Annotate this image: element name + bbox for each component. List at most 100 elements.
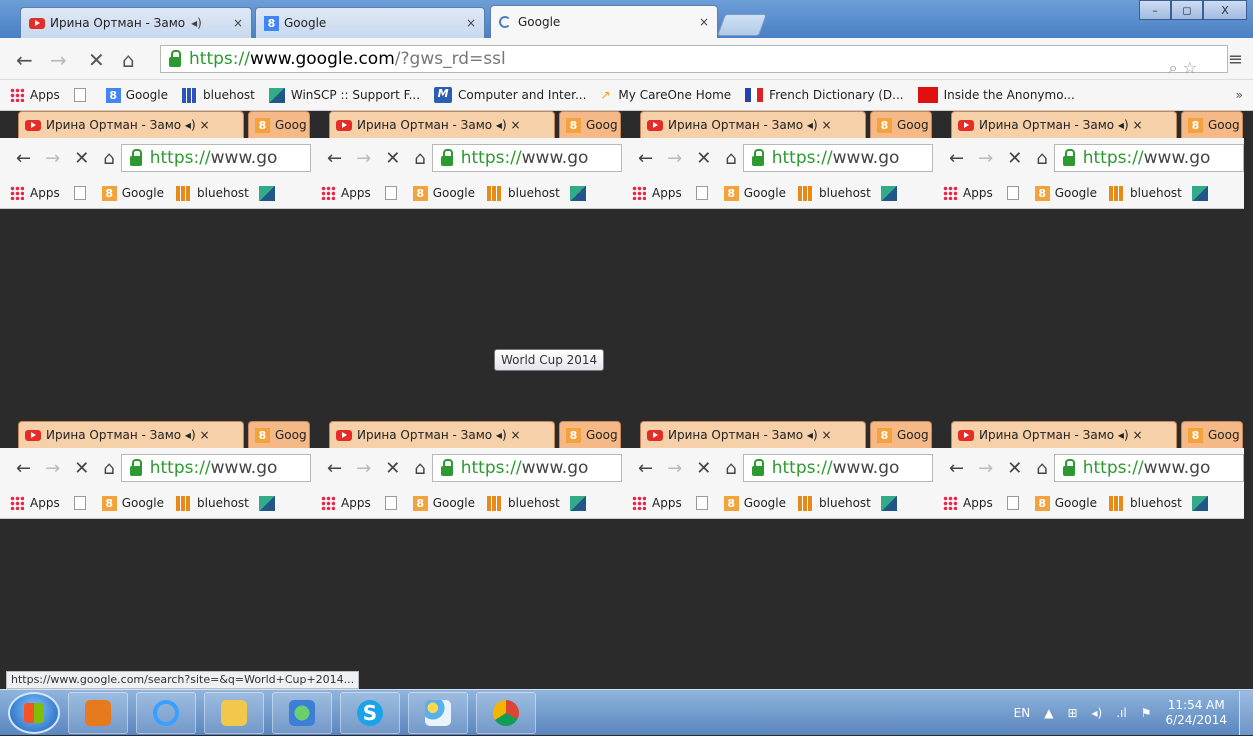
bookmark-inside[interactable]: Inside the Anonymo... bbox=[917, 87, 1075, 103]
start-button[interactable] bbox=[8, 691, 60, 734]
tab-google[interactable]: 8 Google × bbox=[255, 7, 485, 38]
google-plus-icon: 8 bbox=[877, 427, 892, 443]
forward-button[interactable]: → bbox=[50, 48, 67, 72]
taskbar-skype[interactable]: S bbox=[340, 691, 400, 734]
volume-icon[interactable]: ◂) bbox=[1092, 706, 1103, 720]
forward-icon: → bbox=[667, 147, 683, 169]
action-center-flag-icon[interactable]: ⚑ bbox=[1141, 706, 1152, 720]
bookmark-label: My CareOne Home bbox=[618, 88, 732, 102]
mirror-bookmark-apps: Apps bbox=[341, 186, 371, 200]
apps-grid-icon bbox=[10, 88, 24, 102]
bookmark-label: bluehost bbox=[203, 88, 255, 102]
mirror-tab-title: Ирина Ортман - Замо ◂) × bbox=[979, 428, 1143, 442]
bookmark-bluehost[interactable]: bluehost bbox=[182, 87, 255, 103]
bookmark-computer[interactable]: M Computer and Inter... bbox=[434, 87, 586, 103]
winscp-icon bbox=[258, 185, 275, 201]
people-icon bbox=[289, 699, 315, 726]
back-icon: ← bbox=[16, 147, 32, 169]
taskbar-people[interactable] bbox=[272, 691, 332, 734]
maximize-button[interactable]: ◻ bbox=[1171, 0, 1203, 20]
minimize-button[interactable]: – bbox=[1139, 0, 1171, 20]
back-button[interactable]: ← bbox=[16, 48, 33, 72]
page-icon bbox=[73, 88, 86, 102]
star-icon[interactable]: ☆ bbox=[1183, 58, 1197, 77]
language-indicator[interactable]: EN bbox=[1014, 706, 1031, 720]
youtube-icon bbox=[336, 429, 352, 441]
network-icon[interactable]: ⊞ bbox=[1067, 706, 1077, 720]
forward-icon: → bbox=[356, 147, 372, 169]
bookmark-page[interactable] bbox=[73, 88, 92, 102]
close-window-button[interactable]: X bbox=[1203, 0, 1247, 20]
taskbar-explorer[interactable] bbox=[204, 691, 264, 734]
careone-icon: ↗ bbox=[600, 88, 611, 102]
bluehost-icon bbox=[1109, 185, 1125, 201]
forward-icon: → bbox=[978, 147, 994, 169]
tray-overflow-icon[interactable]: ▲ bbox=[1044, 706, 1053, 720]
zoom-icon[interactable]: ⌕ ☆ bbox=[1169, 58, 1197, 78]
mirror-bookmarks-bar: Apps 8 Google bluehost bbox=[311, 488, 622, 519]
mirror-bookmarks-bar: Apps 8 Google bluehost bbox=[933, 488, 1244, 519]
mirror-tab-title: Ирина Ортман - Замо ◂) × bbox=[357, 428, 521, 442]
youtube-icon bbox=[29, 17, 45, 29]
page-content-dark-lower bbox=[0, 527, 1253, 671]
address-bar[interactable]: https:// www.google.com /?gws_rd=ssl ⌕ ☆ bbox=[160, 45, 1228, 77]
signal-icon[interactable]: .ıl bbox=[1116, 706, 1126, 720]
stop-icon: ✕ bbox=[385, 147, 401, 169]
winscp-icon bbox=[569, 495, 586, 511]
mirror-tab-youtube: Ирина Ортман - Замо ◂) × bbox=[329, 111, 555, 138]
mirror-tab-title: Goog bbox=[586, 428, 618, 442]
mirror-url-scheme: https:// bbox=[149, 458, 211, 478]
google-plus-icon: 8 bbox=[566, 427, 581, 443]
close-tab-icon[interactable]: × bbox=[691, 15, 709, 29]
bookmark-apps[interactable]: Apps bbox=[10, 88, 60, 102]
winscp-icon bbox=[1191, 495, 1208, 511]
red-square-icon bbox=[917, 87, 938, 103]
close-tab-icon[interactable]: × bbox=[458, 16, 476, 30]
winscp-icon bbox=[569, 185, 586, 201]
winscp-icon bbox=[268, 87, 285, 103]
taskbar-ie[interactable] bbox=[136, 691, 196, 734]
tab-google-active[interactable]: Google × bbox=[490, 5, 718, 38]
mirror-url-host: www.go bbox=[521, 148, 589, 168]
tab-youtube[interactable]: Ирина Ортман - Замо ◂) × bbox=[20, 7, 252, 38]
page-icon bbox=[384, 496, 397, 510]
bookmark-careone[interactable]: ↗ My CareOne Home bbox=[600, 88, 731, 102]
mirror-tab-title: Ирина Ортман - Замо ◂) × bbox=[46, 118, 210, 132]
screen: Ирина Ортман - Замо ◂) × 8 Google × Goog… bbox=[0, 0, 1253, 735]
bookmark-google[interactable]: 8 Google bbox=[105, 87, 168, 103]
lock-icon bbox=[129, 458, 142, 476]
bookmarks-overflow-button[interactable]: » bbox=[1236, 88, 1243, 102]
lock-icon bbox=[751, 148, 764, 166]
audio-icon[interactable]: ◂) bbox=[191, 16, 202, 30]
tab-title: Ирина Ортман - Замо bbox=[50, 16, 186, 30]
taskbar-paint[interactable] bbox=[408, 691, 468, 734]
mirror-tab-title: Goog bbox=[897, 428, 929, 442]
stop-button[interactable]: ✕ bbox=[88, 48, 105, 72]
taskbar: S EN ▲ ⊞ ◂) .ıl ⚑ 11:54 AM 6/24/2014 bbox=[0, 689, 1253, 735]
mirror-toolbar: ← → ✕ ⌂ https://www.go bbox=[933, 138, 1244, 178]
home-button[interactable]: ⌂ bbox=[122, 48, 135, 72]
bookmark-label: Computer and Inter... bbox=[458, 88, 587, 102]
page-icon bbox=[1006, 496, 1019, 510]
bookmark-french-dictionary[interactable]: French Dictionary (D... bbox=[745, 88, 904, 102]
mirror-url-scheme: https:// bbox=[771, 148, 833, 168]
lock-icon bbox=[440, 458, 453, 476]
file-explorer-icon bbox=[221, 699, 247, 726]
bookmark-winscp[interactable]: WinSCP :: Support F... bbox=[268, 87, 421, 103]
mirror-tab-google: 8 Goog bbox=[870, 421, 932, 448]
mirror-tab-title: Goog bbox=[275, 118, 307, 132]
close-tab-icon[interactable]: × bbox=[225, 16, 243, 30]
bookmark-label: WinSCP :: Support F... bbox=[290, 88, 421, 102]
clock[interactable]: 11:54 AM 6/24/2014 bbox=[1165, 698, 1227, 728]
mirror-tab-google: 8 Goog bbox=[559, 111, 621, 138]
taskbar-outlook[interactable] bbox=[68, 691, 128, 734]
mirror-bookmark-google: Google bbox=[121, 186, 165, 200]
show-desktop-button[interactable] bbox=[1239, 691, 1253, 735]
bluehost-icon bbox=[798, 495, 814, 511]
menu-icon[interactable]: ≡ bbox=[1228, 49, 1243, 70]
taskbar-chrome[interactable] bbox=[476, 691, 536, 734]
new-tab-button[interactable] bbox=[716, 14, 768, 36]
page-icon bbox=[695, 496, 708, 510]
browser-toolbar: ← → ✕ ⌂ https:// www.google.com /?gws_rd… bbox=[0, 38, 1253, 80]
mirror-tab-youtube: Ирина Ортман - Замо ◂) × bbox=[951, 421, 1177, 448]
